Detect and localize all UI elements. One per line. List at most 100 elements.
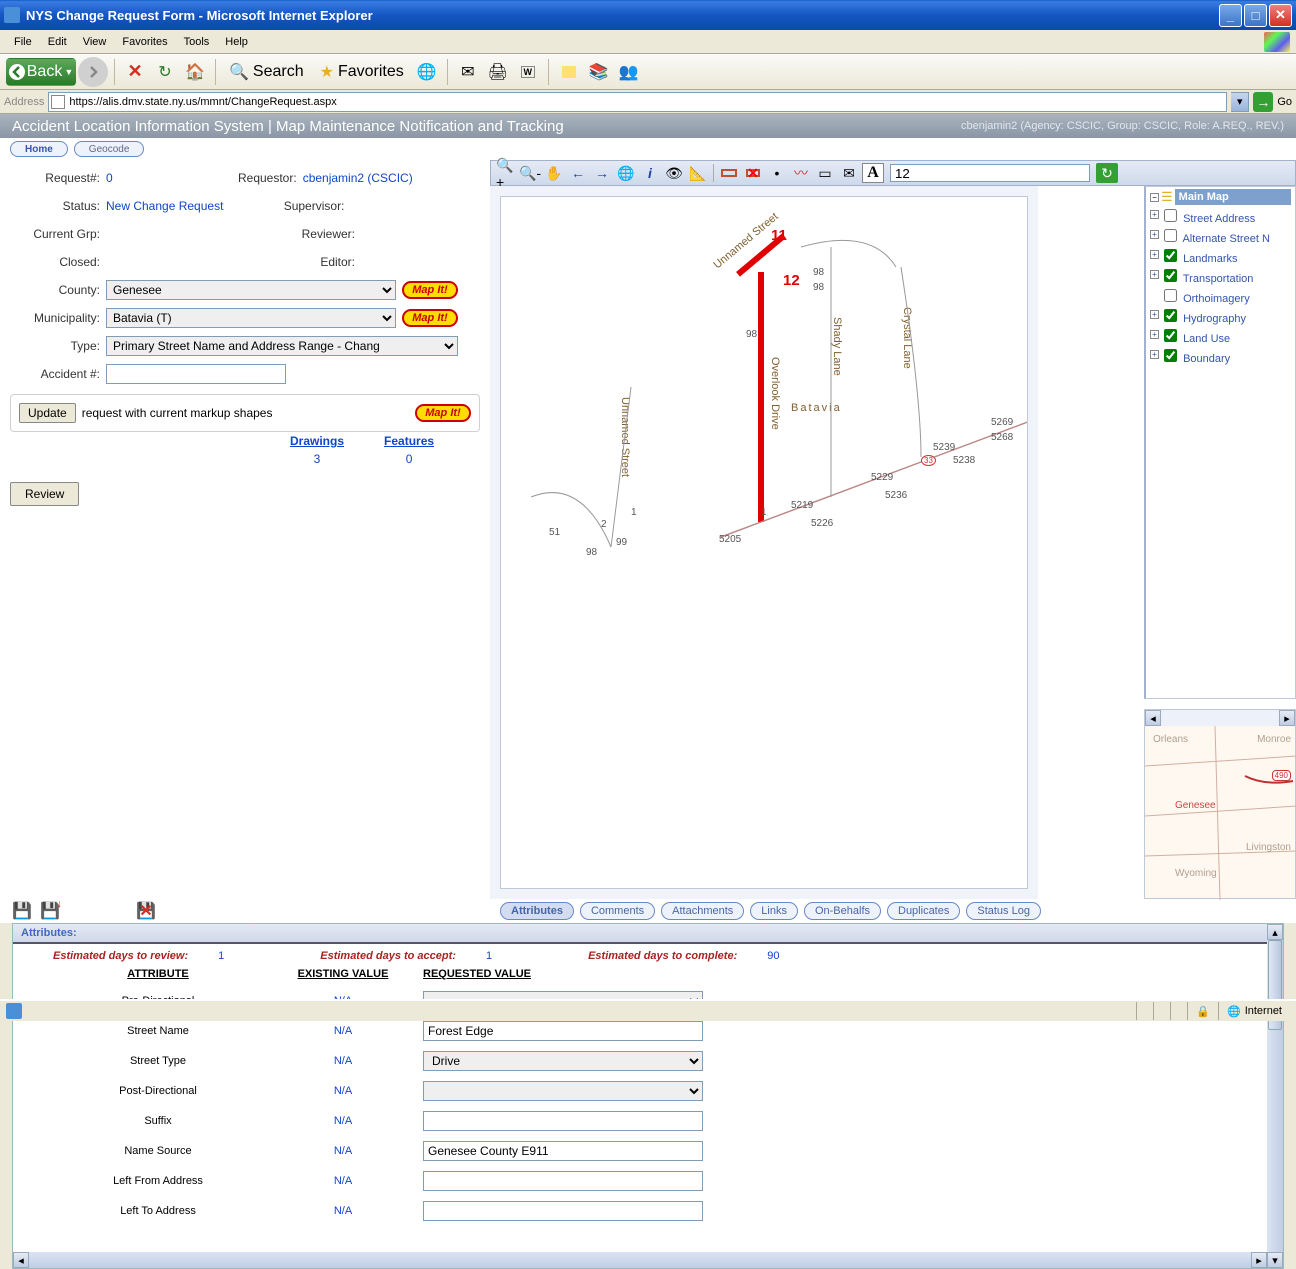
layer-item[interactable]: + Land Use [1146,327,1295,347]
polyline-tool-button[interactable]: 〰 [790,163,812,183]
tab-comments[interactable]: Comments [580,902,655,920]
identify-button[interactable]: i [639,163,661,183]
layer-checkbox[interactable] [1164,229,1177,242]
refresh-button[interactable]: ↻ [151,58,179,86]
tab-links[interactable]: Links [750,902,798,920]
layer-item[interactable]: + Street Address [1146,207,1295,227]
tab-duplicates[interactable]: Duplicates [887,902,960,920]
map-view[interactable]: 11 12 Unnamed Street Overlook Drive Shad… [490,186,1038,899]
tab-attachments[interactable]: Attachments [661,902,744,920]
layer-checkbox[interactable] [1164,209,1177,222]
mapit-county-button[interactable]: Map It! [402,281,458,299]
requested-value-input[interactable] [423,1171,703,1191]
edit-button[interactable]: W [514,58,542,86]
menu-file[interactable]: File [6,33,40,51]
layer-item[interactable]: + Landmarks [1146,247,1295,267]
maximize-button[interactable]: □ [1244,4,1267,27]
address-dropdown[interactable]: ▾ [1231,92,1249,112]
mail-button[interactable]: ✉ [454,58,482,86]
attr-scroll-v[interactable]: ▴ ▾ [1267,924,1283,1268]
layer-item[interactable]: + Boundary [1146,347,1295,367]
accident-no-input[interactable] [106,364,286,384]
requested-value-select[interactable] [423,1081,703,1101]
mapit-update-button[interactable]: Map It! [415,404,471,422]
attr-scroll-left[interactable]: ◂ [13,1252,29,1268]
requested-value-input[interactable] [423,1141,703,1161]
rectangle-tool-button[interactable]: ▭ [814,163,836,183]
review-button[interactable]: Review [10,482,79,506]
update-button[interactable]: Update [19,403,76,423]
prev-extent-button[interactable]: ← [567,163,589,183]
layer-checkbox[interactable] [1164,309,1177,322]
expand-icon[interactable]: + [1150,270,1159,279]
zoom-out-button[interactable]: 🔍- [519,163,541,183]
requested-value-input[interactable] [423,1111,703,1131]
envelope-tool-button[interactable]: ✉ [838,163,860,183]
menu-favorites[interactable]: Favorites [114,33,175,51]
tab-onbehalfs[interactable]: On-Behalfs [804,902,881,920]
county-select[interactable]: Genesee [106,280,396,300]
text-tool-input[interactable] [890,164,1090,182]
layer-checkbox[interactable] [1164,269,1177,282]
type-select[interactable]: Primary Street Name and Address Range - … [106,336,458,356]
next-extent-button[interactable]: → [591,163,613,183]
expand-icon[interactable]: + [1150,250,1159,259]
menu-edit[interactable]: Edit [40,33,75,51]
print-button[interactable]: 🖨 [484,58,512,86]
expand-icon[interactable]: + [1150,210,1159,219]
back-button[interactable]: Back ▼ [6,58,76,86]
municipality-select[interactable]: Batavia (T) [106,308,396,328]
messenger-button[interactable]: 👥 [615,58,643,86]
requested-value-input[interactable] [423,1021,703,1041]
drawings-header[interactable]: Drawings [290,434,344,448]
collapse-main-map-icon[interactable]: − [1150,193,1159,202]
clear-markup-button[interactable]: ✕ [742,163,764,183]
find-button[interactable]: 👁 [663,163,685,183]
minimap-scroll-right[interactable]: ▸ [1279,710,1295,726]
tab-home[interactable]: Home [10,141,68,157]
forward-button[interactable] [78,57,108,87]
layer-main-header[interactable]: Main Map [1175,189,1291,205]
note-button[interactable] [555,58,583,86]
text-tool-button[interactable]: A [862,163,884,183]
close-button[interactable]: ✕ [1269,4,1292,27]
address-input[interactable]: https://alis.dmv.state.ny.us/mmnt/Change… [48,92,1227,112]
tab-attributes[interactable]: Attributes [500,902,574,920]
history-button[interactable]: 🌐 [413,58,441,86]
attr-scroll-h[interactable]: ◂ ▸ [13,1252,1267,1268]
layer-checkbox[interactable] [1164,249,1177,262]
delete-icon-button[interactable]: 💾✕ [136,901,156,921]
attr-scroll-right[interactable]: ▸ [1251,1252,1267,1268]
favorites-button[interactable]: ★Favorites [313,58,411,86]
ruler-button[interactable] [718,163,740,183]
measure-button[interactable]: 📐 [687,163,709,183]
requested-value-select[interactable]: Drive [423,1051,703,1071]
menu-help[interactable]: Help [217,33,256,51]
requested-value-input[interactable] [423,1201,703,1221]
attr-scroll-down[interactable]: ▾ [1267,1252,1283,1268]
save-as-icon-button[interactable]: 💾↓ [40,901,60,921]
expand-icon[interactable]: + [1150,330,1159,339]
layer-item[interactable]: + Transportation [1146,267,1295,287]
menu-tools[interactable]: Tools [176,33,218,51]
expand-icon[interactable]: + [1150,310,1159,319]
save-icon-button[interactable]: 💾 [12,901,32,921]
minimap-scroll-left[interactable]: ◂ [1145,710,1161,726]
features-header[interactable]: Features [384,434,434,448]
expand-icon[interactable]: + [1150,350,1159,359]
pan-button[interactable]: ✋ [543,163,565,183]
menu-view[interactable]: View [75,33,115,51]
home-button[interactable]: 🏠 [181,58,209,86]
layer-item[interactable]: + Hydrography [1146,307,1295,327]
expand-icon[interactable]: + [1150,230,1159,239]
research-button[interactable]: 📚 [585,58,613,86]
tab-geocode[interactable]: Geocode [74,141,145,157]
zoom-in-button[interactable]: 🔍+ [495,163,517,183]
minimap[interactable]: ◂ ▸ Orleans Monroe Genesee Livingston Wy… [1144,709,1296,899]
layer-checkbox[interactable] [1164,329,1177,342]
point-tool-button[interactable]: • [766,163,788,183]
search-button[interactable]: 🔍Search [222,58,311,86]
mapit-municipality-button[interactable]: Map It! [402,309,458,327]
layer-checkbox[interactable] [1164,289,1177,302]
go-button[interactable]: → [1253,92,1273,112]
